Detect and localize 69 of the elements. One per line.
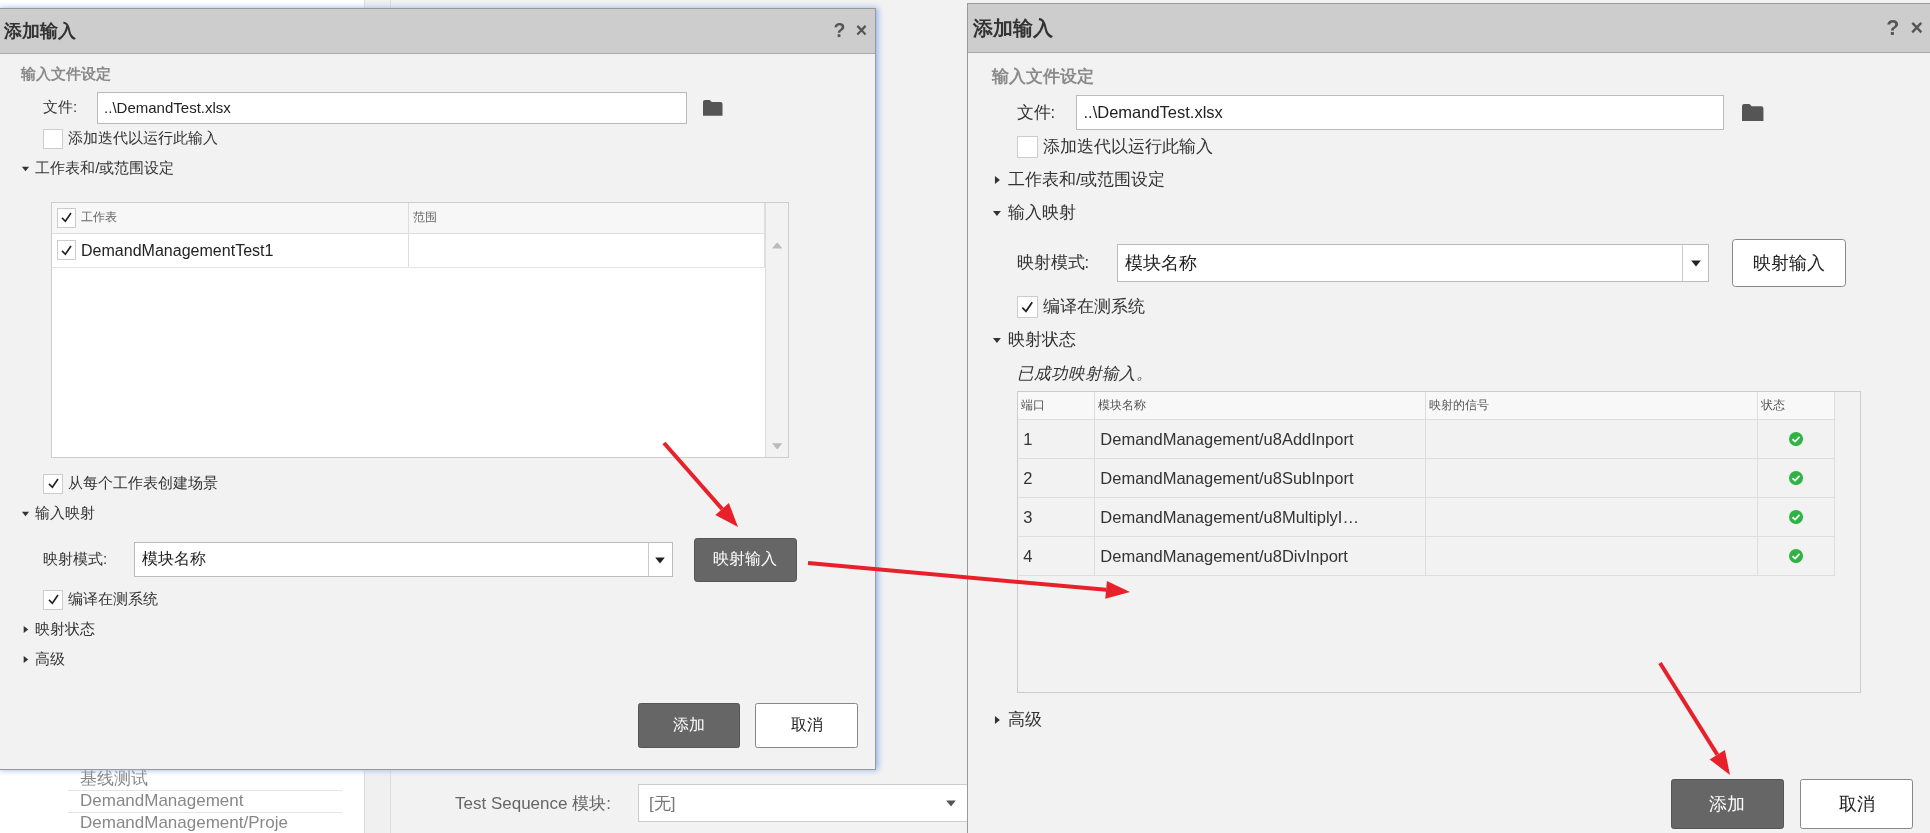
field-label: 映射模式:	[1016, 252, 1091, 274]
table-cell: DemandManagement/u8MultiplyI…	[1100, 507, 1359, 527]
checkbox-label: 编译在测系统	[67, 590, 158, 610]
column-header: 模块名称	[1098, 397, 1147, 415]
section-toggle[interactable]: 输入映射	[992, 196, 1076, 230]
tree-item[interactable]: DemandManagement/Proje	[68, 813, 342, 833]
sequence-dropdown[interactable]: [无]	[638, 784, 968, 822]
column-header: 范围	[413, 209, 437, 227]
add-button[interactable]: 添加	[1670, 779, 1784, 829]
column-header: 映射的信号	[1429, 397, 1490, 415]
dialog-title: 添加输入	[3, 19, 76, 43]
section-heading: 输入文件设定	[21, 64, 113, 85]
checkbox-label: 添加迭代以运行此输入	[67, 129, 218, 149]
field-label: Test Sequence 模块:	[455, 792, 612, 815]
caret-icon	[21, 655, 31, 665]
folder-icon[interactable]	[703, 99, 723, 116]
field-label: 文件:	[43, 98, 79, 118]
checkbox[interactable]	[1016, 135, 1039, 158]
caret-icon	[21, 509, 31, 519]
column-header: 端口	[1021, 397, 1046, 415]
section-toggle[interactable]: 工作表和/或范围设定	[992, 163, 1166, 197]
section-heading: 输入文件设定	[992, 65, 1096, 87]
table-cell: 4	[1023, 546, 1033, 566]
section-toggle[interactable]: 工作表和/或范围设定	[21, 153, 175, 184]
map-inputs-button[interactable]: 映射输入	[1731, 239, 1847, 288]
checkbox-label: 编译在测系统	[1043, 296, 1146, 318]
cancel-button[interactable]: 取消	[755, 703, 858, 748]
help-button[interactable]: ?	[1882, 15, 1903, 41]
cancel-button[interactable]: 取消	[1800, 779, 1914, 829]
section-toggle[interactable]: 输入映射	[21, 498, 96, 529]
table-cell: DemandManagement/u8DivInport	[1100, 546, 1348, 566]
checkbox[interactable]	[56, 240, 77, 261]
caret-icon	[21, 625, 31, 635]
close-button[interactable]: ×	[852, 19, 870, 43]
field-label: 映射模式:	[43, 550, 109, 570]
map-inputs-button[interactable]: 映射输入	[693, 537, 798, 582]
table-cell: DemandManagement/u8SubInport	[1100, 468, 1354, 488]
table-cell: 1	[1023, 429, 1033, 449]
folder-icon[interactable]	[1742, 103, 1764, 122]
section-toggle[interactable]: 高级	[992, 703, 1042, 737]
caret-icon	[21, 164, 31, 174]
field-label: 文件:	[1016, 101, 1057, 123]
checkbox-label: 从每个工作表创建场景	[67, 474, 218, 494]
checkbox[interactable]	[56, 207, 77, 228]
column-header: 状态	[1761, 397, 1786, 415]
checkbox[interactable]	[43, 589, 64, 610]
checkbox[interactable]	[1016, 296, 1039, 319]
table-cell: DemandManagement/u8AddInport	[1100, 429, 1354, 449]
mode-dropdown[interactable]: 模块名称	[1116, 243, 1709, 283]
table-cell: 3	[1023, 507, 1033, 527]
help-button[interactable]: ?	[830, 19, 849, 43]
file-field[interactable]: ..\DemandTest.xlsx	[97, 91, 687, 124]
checkbox-label: 添加迭代以运行此输入	[1043, 135, 1214, 157]
file-field[interactable]: ..\DemandTest.xlsx	[1075, 95, 1725, 131]
close-button[interactable]: ×	[1907, 15, 1927, 41]
section-toggle[interactable]: 映射状态	[21, 614, 96, 645]
table-cell: 2	[1023, 468, 1033, 488]
add-button[interactable]: 添加	[637, 703, 741, 748]
table-cell: DemandManagementTest1	[81, 240, 274, 260]
checkbox[interactable]	[43, 473, 64, 494]
checkbox[interactable]	[43, 128, 64, 149]
column-header: 工作表	[81, 209, 117, 227]
section-toggle[interactable]: 映射状态	[992, 323, 1076, 357]
status-message: 已成功映射输入。	[1016, 362, 1154, 384]
tree-item[interactable]: DemandManagement	[68, 791, 342, 813]
section-toggle[interactable]: 高级	[21, 644, 66, 675]
caret-icon	[992, 335, 1003, 345]
mode-dropdown[interactable]: 模块名称	[134, 542, 673, 578]
dialog-title: 添加输入	[972, 15, 1053, 41]
